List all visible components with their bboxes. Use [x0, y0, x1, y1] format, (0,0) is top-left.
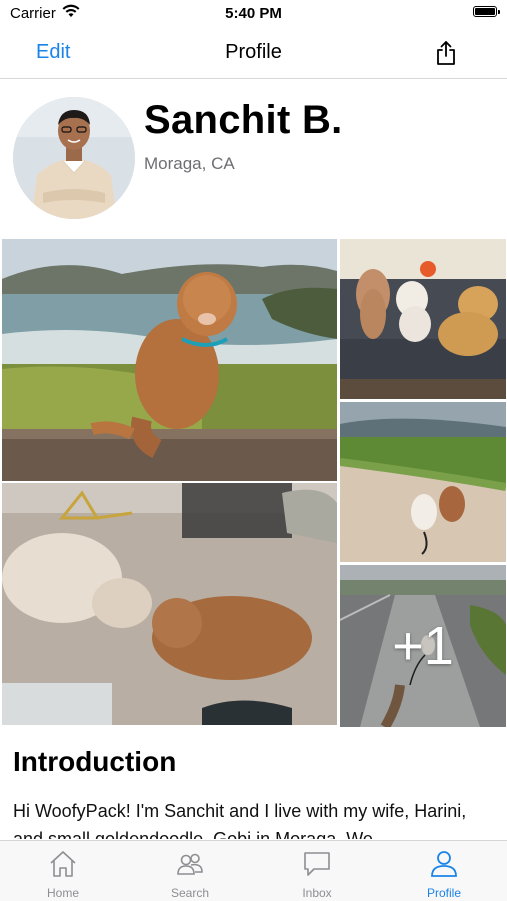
share-icon[interactable]: [435, 40, 457, 66]
status-time: 5:40 PM: [225, 5, 282, 22]
introduction-heading: Introduction: [13, 746, 177, 777]
tab-inbox-label: Inbox: [302, 886, 332, 900]
person-icon: [431, 851, 457, 877]
tab-profile-label: Profile: [426, 886, 461, 900]
tab-profile[interactable]: Profile: [381, 841, 507, 901]
tab-home[interactable]: Home: [0, 841, 126, 901]
home-icon: [50, 851, 76, 877]
tab-bar: Home Search Inbox Profile: [0, 840, 507, 901]
page-title: Profile: [225, 41, 282, 63]
profile-name: Sanchit B.: [144, 98, 343, 142]
introduction-text: Hi WoofyPack! I'm Sanchit and I live wit…: [13, 801, 467, 839]
photo-dogs-playing-carpet[interactable]: [2, 483, 337, 725]
tab-search[interactable]: Search: [127, 841, 253, 901]
people-icon: [177, 853, 203, 875]
status-bar: Carrier 5:40 PM: [0, 0, 507, 28]
tab-inbox[interactable]: Inbox: [254, 841, 380, 901]
tab-search-label: Search: [170, 886, 210, 900]
photo-dog-walk-sidewalk[interactable]: +1: [340, 565, 506, 727]
battery-icon: [473, 6, 500, 17]
profile-location: Moraga, CA: [144, 154, 235, 173]
avatar[interactable]: [13, 97, 135, 219]
photo-dog-ocean-cliff[interactable]: [2, 239, 337, 481]
chat-bubble-icon: [304, 852, 330, 876]
photo-dogs-on-couch[interactable]: [340, 239, 506, 399]
more-photos-count[interactable]: +1: [340, 615, 506, 677]
photo-dogs-on-grass[interactable]: [340, 402, 506, 562]
tab-home-label: Home: [46, 886, 79, 900]
navigation-bar: Edit Profile: [0, 28, 507, 79]
